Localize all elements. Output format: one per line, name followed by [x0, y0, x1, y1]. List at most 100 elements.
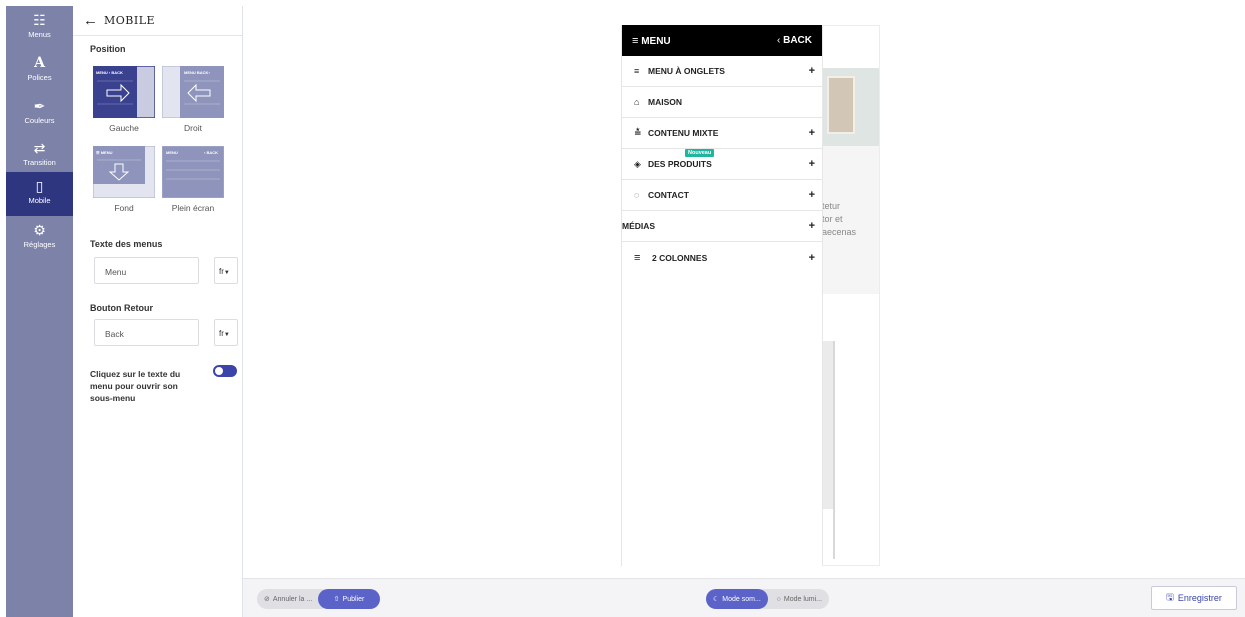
app-frame: ☷ Menus A Polices ✒ Couleurs ⇄ Transitio…	[0, 0, 1245, 617]
position-bottom-thumb[interactable]: ☰ MENU	[93, 146, 155, 198]
mobile-menu-item-label: MENU À ONGLETS	[648, 66, 725, 76]
caret-down-icon: ▼	[223, 270, 230, 276]
mobile-menu-item-label: 2 COLONNES	[652, 252, 708, 263]
preview-image	[822, 68, 879, 146]
preview-scroll-box	[822, 341, 835, 559]
back-arrow-icon[interactable]: ←	[83, 12, 98, 29]
list-icon: ≡	[634, 251, 641, 264]
mobile-menu-item-label: DES PRODUITS	[648, 159, 712, 169]
save-label: Enregistrer	[1177, 593, 1222, 603]
position-right-label: Droit	[184, 123, 202, 133]
menu-text-label: Texte des menus	[90, 239, 163, 249]
rail-label: Couleurs	[24, 116, 55, 125]
list-icon: ≡	[634, 66, 640, 76]
rail-label: Menus	[28, 30, 51, 39]
hamburger-icon: ≡	[632, 34, 639, 47]
mobile-menu-preview: ≡ MENU ‹ BACK ≡ MENU À ONGLETS + ⌂ MAISO…	[621, 25, 823, 566]
mixed-content-icon: ≛	[634, 127, 642, 138]
rail-label: Réglages	[23, 240, 56, 249]
gear-icon: ⚙	[33, 222, 46, 238]
mobile-menu-item[interactable]: ◌ CONTACT +	[622, 180, 822, 211]
rail-item-polices[interactable]: A Polices	[6, 49, 73, 91]
sun-icon: ○	[776, 595, 781, 603]
rail-item-reglages[interactable]: ⚙ Réglages	[6, 216, 73, 258]
plus-icon[interactable]: +	[809, 189, 815, 201]
svg-text:‹ BACK: ‹ BACK	[204, 150, 218, 155]
toggle-knob	[215, 367, 223, 375]
mobile-settings-panel: ← MOBILE Position MENU ‹ BACK Gauche MEN…	[73, 6, 243, 617]
plus-icon[interactable]: +	[809, 127, 815, 139]
svg-text:☰ MENU: ☰ MENU	[96, 150, 113, 155]
back-text-lang-select[interactable]: fr▼	[214, 319, 238, 346]
rail-item-transition[interactable]: ⇄ Transition	[6, 134, 73, 176]
new-badge: Nouveau	[685, 149, 715, 157]
panel-header: ← MOBILE	[73, 6, 242, 36]
mobile-menu-item[interactable]: ⌂ MAISON	[622, 87, 822, 118]
menu-text-input[interactable]: Menu	[94, 257, 199, 284]
caret-down-icon: ▼	[223, 332, 230, 338]
position-fullscreen-label: Plein écran	[171, 203, 215, 213]
dark-mode-label: Mode som...	[722, 595, 761, 603]
floppy-disk-icon: 🖫	[1166, 592, 1174, 602]
position-left-thumb[interactable]: MENU ‹ BACK	[93, 66, 155, 118]
preview-text-line: aecenas	[822, 227, 857, 237]
plus-icon[interactable]: +	[809, 65, 815, 77]
publish-label: Publier	[342, 595, 365, 603]
undo-label: Annuler la ...	[272, 595, 313, 603]
plus-icon[interactable]: +	[809, 252, 815, 264]
rail-item-menus[interactable]: ☷ Menus	[6, 6, 73, 48]
font-icon: A	[34, 55, 45, 71]
mobile-menu-item[interactable]: Nouveau ◈ DES PRODUITS +	[622, 149, 822, 180]
position-right-thumb[interactable]: MENU BACK›	[162, 66, 224, 118]
mobile-menu-item-label: CONTACT	[648, 190, 689, 200]
svg-text:MENU: MENU	[166, 150, 178, 155]
bottom-toolbar: ⊘ Annuler la ... ⇧ Publier ○ Mode lumi... ☾…	[243, 578, 1245, 617]
mobile-menu-item[interactable]: ≛ CONTENU MIXTE +	[622, 118, 822, 149]
mobile-menu-item[interactable]: MÉDIAS +	[622, 211, 822, 242]
position-fullscreen-thumb[interactable]: MENU ‹ BACK	[162, 146, 224, 198]
preview-artwork	[827, 76, 855, 134]
moon-icon: ☾	[713, 596, 720, 603]
save-button[interactable]: 🖫 Enregistrer	[1151, 586, 1237, 610]
chat-icon: ◌	[634, 190, 640, 200]
undo-icon: ⊘	[264, 596, 270, 603]
mobile-menu-item[interactable]: ≡ 2 COLONNES +	[622, 242, 822, 273]
back-link-text: BACK	[783, 35, 812, 46]
publish-button[interactable]: ⇧ Publier	[318, 589, 380, 609]
mobile-icon: ▯	[35, 178, 44, 194]
preview-text-line: tetur	[822, 201, 841, 211]
shuffle-icon: ⇄	[33, 140, 46, 156]
submenu-click-toggle[interactable]	[213, 365, 237, 377]
icon-rail: ☷ Menus A Polices ✒ Couleurs ⇄ Transitio…	[6, 6, 73, 617]
position-left-label: Gauche	[109, 123, 139, 133]
rail-label: Mobile	[28, 196, 51, 205]
menu-title[interactable]: ≡ MENU	[632, 35, 671, 47]
position-bottom-label: Fond	[114, 203, 134, 213]
svg-text:MENU ‹ BACK: MENU ‹ BACK	[96, 70, 123, 75]
home-icon: ⌂	[634, 97, 640, 107]
plus-icon[interactable]: +	[809, 158, 815, 170]
position-label: Position	[90, 44, 126, 54]
mobile-menu-item[interactable]: ≡ MENU À ONGLETS +	[622, 56, 822, 87]
toggle-description: Cliquez sur le texte du menu pour ouvrir…	[90, 369, 181, 403]
rail-label: Transition	[23, 158, 56, 167]
rail-item-couleurs[interactable]: ✒ Couleurs	[6, 92, 73, 134]
menu-text-lang-select[interactable]: fr▼	[214, 257, 238, 284]
menu-title-text: MENU	[641, 35, 671, 47]
rail-item-mobile[interactable]: ▯ Mobile	[6, 172, 73, 216]
mobile-menu-item-label: MÉDIAS	[622, 221, 656, 231]
brush-icon: ✒	[33, 98, 46, 114]
back-text-input[interactable]: Back	[94, 319, 199, 346]
chevron-left-icon: ‹	[776, 35, 781, 46]
plus-icon[interactable]: +	[809, 220, 815, 232]
back-link[interactable]: ‹ BACK	[777, 35, 812, 46]
mobile-menu-header: ≡ MENU ‹ BACK	[622, 25, 822, 56]
preview-scroll-bar	[822, 341, 833, 509]
back-button-label: Bouton Retour	[90, 303, 153, 313]
panel-title: MOBILE	[104, 14, 156, 27]
grid-icon: ☷	[33, 12, 46, 28]
preview-text: tetur tor et aecenas	[822, 200, 856, 239]
dark-mode-button[interactable]: ☾ Mode som...	[706, 589, 768, 609]
mobile-menu-item-label: CONTENU MIXTE	[648, 128, 719, 138]
preview-text-line: tor et	[822, 214, 843, 224]
